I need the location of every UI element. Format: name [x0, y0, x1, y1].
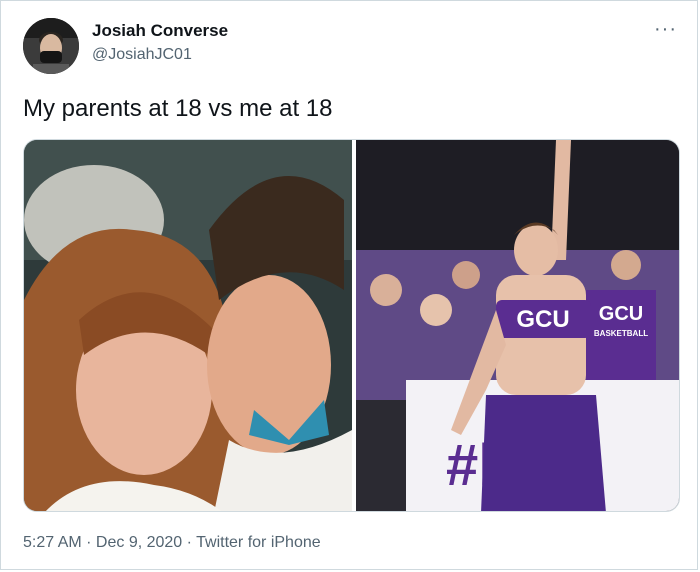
- meta-separator: ·: [81, 534, 96, 551]
- photo-parents[interactable]: [24, 140, 352, 511]
- tweet-source[interactable]: Twitter for iPhone: [196, 534, 321, 551]
- meta-separator-2: ·: [182, 534, 197, 551]
- avatar[interactable]: [23, 18, 79, 74]
- tweet-card: Josiah Converse @JosiahJC01 ··· My paren…: [0, 0, 698, 570]
- tweet-text: My parents at 18 vs me at 18: [23, 95, 333, 122]
- tweet-time[interactable]: 5:27 AM: [23, 534, 82, 551]
- tweet-date[interactable]: Dec 9, 2020: [96, 534, 182, 551]
- author-handle[interactable]: @JosiahJC01: [92, 46, 192, 64]
- parents-photo-image: [24, 140, 352, 511]
- more-options-icon[interactable]: ···: [654, 19, 677, 39]
- tweet-media[interactable]: GCU BASKETBALL #lcor GCU: [23, 139, 680, 512]
- author-name[interactable]: Josiah Converse: [92, 21, 228, 41]
- gcu-shirt-subtext: BASKETBALL: [594, 329, 648, 338]
- tweet-meta: 5:27 AM · Dec 9, 2020 · Twitter for iPho…: [23, 534, 321, 552]
- gcu-shirt-text: GCU: [599, 303, 643, 325]
- photo-me[interactable]: GCU BASKETBALL #lcor GCU: [356, 140, 679, 511]
- avatar-image: [23, 18, 79, 74]
- gcu-banner-text: GCU: [516, 306, 569, 333]
- me-photo-image: GCU BASKETBALL #lcor GCU: [356, 140, 679, 511]
